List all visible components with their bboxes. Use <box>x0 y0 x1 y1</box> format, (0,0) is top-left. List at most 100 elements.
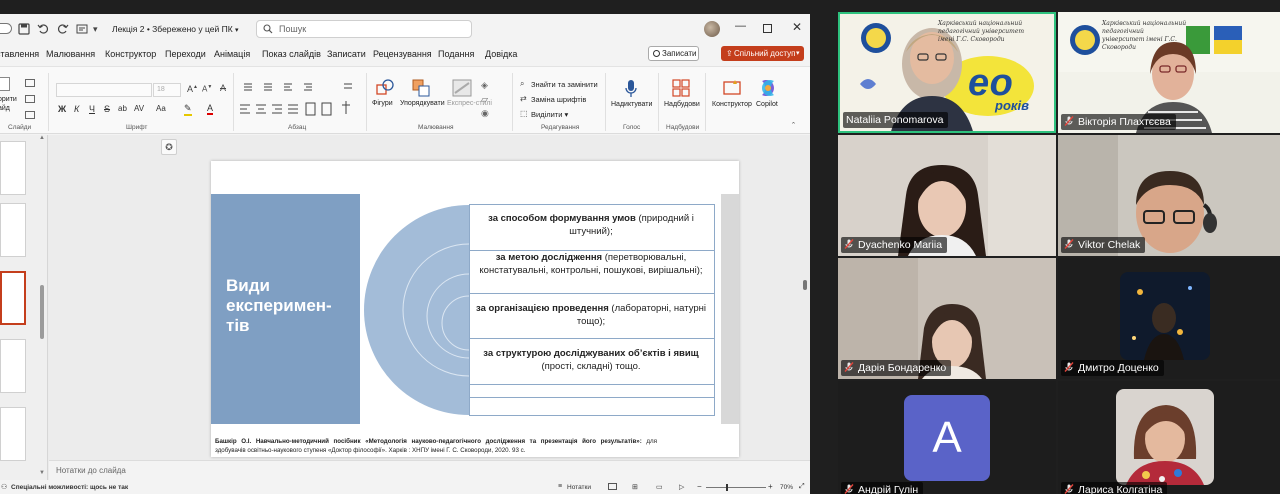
share-icon: ⇪ <box>726 49 733 58</box>
highlight-icon[interactable]: ✎ <box>184 103 192 116</box>
italic-icon[interactable]: К <box>74 104 79 114</box>
scroll-down-icon[interactable]: ▼ <box>39 470 45 476</box>
quick-styles-icon[interactable] <box>452 79 472 97</box>
thumbnails-scrollbar[interactable] <box>40 285 44 339</box>
shapes-label[interactable]: Фігури <box>372 100 393 107</box>
tab-view[interactable]: Подання <box>438 49 474 59</box>
tab-transitions[interactable]: Переходи <box>165 49 206 59</box>
addins-icon[interactable] <box>672 79 690 97</box>
section-icon[interactable] <box>25 111 35 119</box>
slideshow-view-icon[interactable]: ▷ <box>679 483 684 491</box>
search-box[interactable]: Пошук <box>256 20 472 38</box>
participant-tile[interactable]: Лариса Колгатіна <box>1058 381 1280 494</box>
accessibility-icon[interactable]: ⚇ <box>1 483 7 491</box>
qat-more-icon[interactable]: ▾ <box>93 24 98 35</box>
document-title[interactable]: Лекція 2 • Збережено у цей ПК ▾ <box>112 24 239 34</box>
underline-icon[interactable]: Ч <box>89 104 95 114</box>
tab-transitions-partial[interactable]: ставлення <box>0 49 39 59</box>
canvas-scrollbar[interactable] <box>803 280 807 290</box>
reuse-slides-label[interactable]: орити айд <box>0 95 17 113</box>
grow-font-icon[interactable]: A▲ <box>187 84 198 94</box>
zoom-slider-thumb[interactable] <box>726 484 728 491</box>
copilot-slide-icon[interactable]: ✪ <box>161 139 177 155</box>
normal-view-icon[interactable] <box>608 483 617 490</box>
zoom-out-icon[interactable]: − <box>697 482 702 491</box>
notes-pane[interactable]: Нотатки до слайда <box>49 460 810 480</box>
slide-thumbnail[interactable] <box>0 339 26 393</box>
accessibility-status[interactable]: Спеціальні можливості: щось не так <box>11 484 128 491</box>
participant-tile[interactable]: Дмитро Доценко <box>1058 258 1280 379</box>
shape-fill-icon[interactable]: ◈ <box>481 80 488 91</box>
save-icon[interactable] <box>18 23 30 35</box>
slide-thumbnail-current[interactable] <box>0 271 26 325</box>
participant-tile[interactable]: Viktor Chelak <box>1058 135 1280 256</box>
sorter-view-icon[interactable]: ⊞ <box>632 483 638 491</box>
zoom-slider[interactable] <box>706 487 766 488</box>
share-button[interactable]: ⇪ Спільний доступ ▾ <box>721 46 804 61</box>
collapse-ribbon-icon[interactable]: ˆ <box>792 121 795 131</box>
shadow-icon[interactable]: ab <box>118 104 127 113</box>
microphone-icon[interactable] <box>624 79 638 99</box>
autosave-toggle[interactable] <box>0 23 12 34</box>
close-icon[interactable]: ✕ <box>792 20 802 34</box>
slide-thumbnail[interactable] <box>0 203 26 257</box>
participant-tile[interactable]: Харківський національний педагогічний ун… <box>838 12 1056 133</box>
new-slide-icon[interactable] <box>0 77 10 91</box>
case-icon[interactable]: Aa <box>156 104 166 113</box>
addins-label[interactable]: Надбудови <box>664 101 700 108</box>
redo-icon[interactable] <box>57 23 69 35</box>
shrink-font-icon[interactable]: A▼ <box>202 84 212 94</box>
zoom-in-icon[interactable]: + <box>768 482 773 491</box>
notes-toggle[interactable]: Нотатки <box>567 484 591 491</box>
participant-tile[interactable]: Dyachenko Mariia <box>838 135 1056 256</box>
reading-view-icon[interactable]: ▭ <box>656 483 663 491</box>
copilot-label[interactable]: Copilot <box>756 101 778 108</box>
clear-format-icon[interactable]: A <box>220 83 226 93</box>
scroll-up-icon[interactable]: ▲ <box>39 135 45 141</box>
copilot-icon[interactable] <box>758 78 778 98</box>
arrange-label[interactable]: Упорядкувати <box>400 100 445 107</box>
tab-help[interactable]: Довідка <box>485 49 517 59</box>
notes-icon[interactable]: ≡ <box>558 483 562 490</box>
find-replace-button[interactable]: Знайти та замінити <box>531 80 598 89</box>
paragraph-controls-icon[interactable] <box>240 81 360 121</box>
undo-icon[interactable] <box>37 23 49 35</box>
shape-outline-icon[interactable]: ▱ <box>481 94 488 105</box>
record-button[interactable]: Записати <box>648 46 699 61</box>
designer-label[interactable]: Конструктор <box>712 101 752 108</box>
fit-slide-icon[interactable]: ⤢ <box>799 483 805 491</box>
tab-slideshow[interactable]: Показ слайдів <box>262 49 321 59</box>
bold-icon[interactable]: Ж <box>58 104 66 114</box>
maximize-icon[interactable] <box>763 24 772 33</box>
strike-icon[interactable]: S <box>104 104 110 114</box>
reset-icon[interactable] <box>25 95 35 103</box>
font-name-select[interactable] <box>56 83 152 97</box>
participant-tile[interactable]: Дарія Бондаренко <box>838 258 1056 379</box>
customize-toolbar-icon[interactable] <box>76 23 88 35</box>
font-size-select[interactable]: 18 <box>153 83 181 97</box>
tab-draw[interactable]: Малювання <box>46 49 95 59</box>
participant-tile[interactable]: Харківський національний педагогічний ун… <box>1058 12 1280 133</box>
slide-thumbnail[interactable] <box>0 407 26 461</box>
slide[interactable]: Види експеримен-тів за способом формуван… <box>211 161 739 457</box>
account-avatar[interactable] <box>704 21 720 37</box>
shape-effects-icon[interactable]: ◉ <box>481 108 489 119</box>
slide-thumbnail[interactable] <box>0 141 26 195</box>
layout-icon[interactable] <box>25 79 35 87</box>
minimize-icon[interactable]: — <box>735 20 746 32</box>
arrange-icon[interactable] <box>412 79 430 97</box>
tab-animations[interactable]: Анімація <box>214 49 250 59</box>
select-button[interactable]: Виділити ▾ <box>531 110 568 119</box>
designer-icon[interactable] <box>723 79 741 97</box>
select-label: Виділити <box>531 110 563 119</box>
dictate-label[interactable]: Надиктувати <box>611 101 652 108</box>
replace-fonts-button[interactable]: Заміна шрифтів <box>531 95 586 104</box>
tab-design[interactable]: Конструктор <box>105 49 156 59</box>
font-color-icon[interactable]: A <box>207 103 214 115</box>
participant-tile[interactable]: A Андрій Гулін <box>838 381 1056 494</box>
zoom-level[interactable]: 70% <box>780 484 793 491</box>
tab-record[interactable]: Записати <box>327 49 366 59</box>
shapes-icon[interactable] <box>376 79 394 97</box>
tab-review[interactable]: Рецензування <box>373 49 432 59</box>
spacing-icon[interactable]: AV <box>134 104 144 113</box>
